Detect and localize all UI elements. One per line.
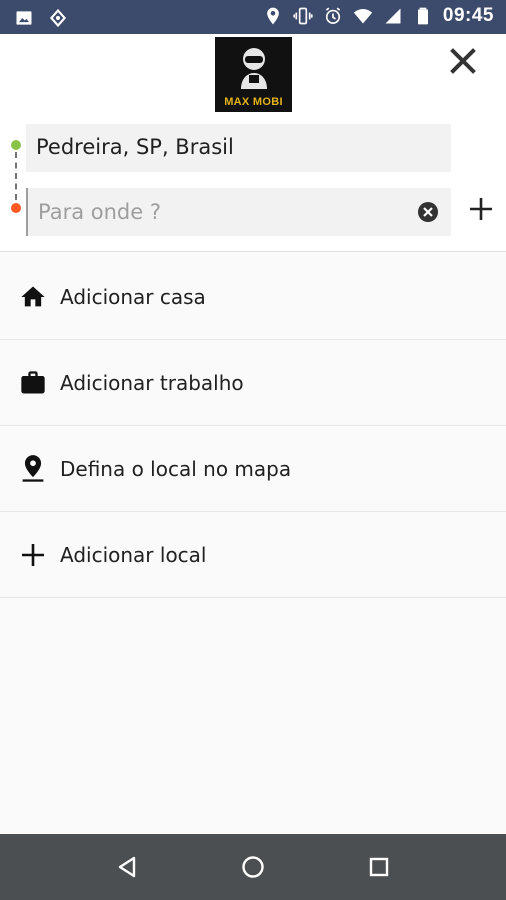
origin-field[interactable]: Pedreira, SP, Brasil <box>26 124 451 172</box>
list-item-label: Adicionar local <box>60 542 207 567</box>
route-connector-line <box>15 152 17 200</box>
close-button[interactable] <box>446 44 480 78</box>
list-item-label: Adicionar trabalho <box>60 370 244 395</box>
list-item-label: Defina o local no mapa <box>60 456 292 481</box>
map-pin-icon <box>18 454 48 484</box>
location-icon <box>267 7 279 25</box>
close-icon <box>450 48 476 74</box>
back-icon <box>118 856 136 878</box>
list-item-add-home[interactable]: Adicionar casa <box>0 254 506 340</box>
clock-time: 09:45 <box>442 5 494 26</box>
list-item-label: Adicionar casa <box>60 284 206 309</box>
app-icon <box>49 8 67 28</box>
origin-value: Pedreira, SP, Brasil <box>36 135 234 159</box>
alarm-icon <box>325 7 341 24</box>
clear-input-icon[interactable] <box>417 201 439 223</box>
app-logo: MAX MOBI <box>215 37 292 112</box>
home-circle-icon <box>242 856 264 878</box>
destination-input[interactable] <box>26 188 406 236</box>
briefcase-icon <box>18 368 48 398</box>
vibrate-icon <box>293 7 313 25</box>
list-item-add-place[interactable]: Adicionar local <box>0 512 506 598</box>
wifi-icon <box>353 9 373 24</box>
plus-icon <box>18 540 48 570</box>
destination-field[interactable] <box>26 188 451 236</box>
home-icon <box>18 282 48 312</box>
destination-dot <box>11 203 21 213</box>
route-header: MAX MOBI Pedreira, SP, Brasil <box>0 34 506 252</box>
system-nav-bar <box>0 834 506 900</box>
origin-dot <box>11 140 21 150</box>
image-icon <box>16 11 32 25</box>
recents-icon <box>369 857 389 877</box>
list-item-add-work[interactable]: Adicionar trabalho <box>0 340 506 426</box>
logo-text: MAX MOBI <box>224 96 283 108</box>
home-nav-button[interactable] <box>238 852 268 882</box>
add-stop-icon[interactable] <box>466 194 496 224</box>
places-list: Adicionar casa Adicionar trabalho Defina… <box>0 254 506 598</box>
status-bar: 09:45 <box>0 0 506 34</box>
recents-button[interactable] <box>364 852 394 882</box>
signal-icon <box>385 8 401 24</box>
back-button[interactable] <box>112 852 142 882</box>
battery-icon <box>417 7 428 25</box>
driver-figure-icon <box>241 48 267 89</box>
list-item-set-on-map[interactable]: Defina o local no mapa <box>0 426 506 512</box>
